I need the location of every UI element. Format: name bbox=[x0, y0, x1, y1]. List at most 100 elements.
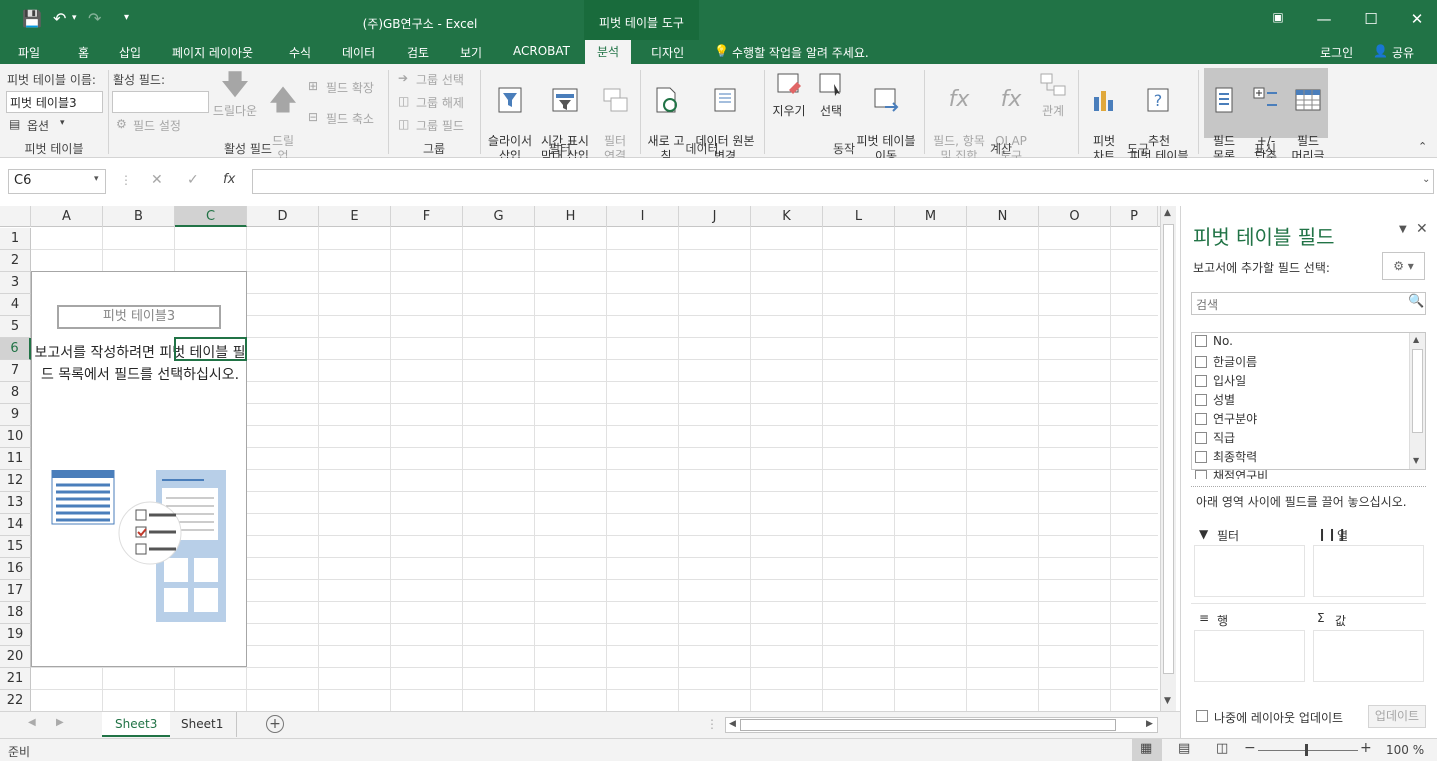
insert-function-icon[interactable]: fx bbox=[223, 172, 235, 187]
login-link[interactable]: 로그인 bbox=[1320, 44, 1353, 61]
normal-view-icon[interactable]: ▦ bbox=[1140, 741, 1152, 756]
relationships-button[interactable]: 관계 bbox=[1034, 70, 1072, 119]
expand-field-button[interactable]: 필드 확장 bbox=[326, 79, 374, 96]
update-button[interactable]: 업데이트 bbox=[1368, 705, 1426, 728]
column-header-p[interactable]: P bbox=[1111, 206, 1158, 227]
field-item[interactable]: 채점연구비 bbox=[1195, 467, 1268, 479]
row-header-19[interactable]: 19 bbox=[0, 624, 31, 646]
pane-close-icon[interactable]: ✕ bbox=[1416, 221, 1428, 237]
row-header-7[interactable]: 7 bbox=[0, 360, 31, 382]
column-header-i[interactable]: I bbox=[607, 206, 679, 227]
ungroup-button[interactable]: 그룹 해제 bbox=[416, 94, 464, 111]
tab-insert[interactable]: 삽입 bbox=[119, 44, 141, 61]
column-header-j[interactable]: J bbox=[679, 206, 751, 227]
formula-input[interactable] bbox=[252, 169, 1434, 194]
field-checkbox[interactable] bbox=[1195, 356, 1207, 368]
row-header-8[interactable]: 8 bbox=[0, 382, 31, 404]
row-header-11[interactable]: 11 bbox=[0, 448, 31, 470]
sheet-next-icon[interactable]: ▶ bbox=[56, 717, 64, 728]
field-checkbox[interactable] bbox=[1195, 413, 1207, 425]
minimize-icon[interactable]: — bbox=[1309, 10, 1339, 28]
group-select-button[interactable]: 그룹 선택 bbox=[416, 71, 464, 88]
field-item[interactable]: 성별 bbox=[1195, 391, 1235, 408]
column-header-a[interactable]: A bbox=[31, 206, 103, 227]
row-header-16[interactable]: 16 bbox=[0, 558, 31, 580]
column-header-k[interactable]: K bbox=[751, 206, 823, 227]
scroll-right-icon[interactable]: ▶ bbox=[1146, 719, 1153, 729]
horizontal-scroll-thumb[interactable] bbox=[740, 719, 1116, 731]
field-checkbox[interactable] bbox=[1195, 394, 1207, 406]
defer-update-checkbox[interactable] bbox=[1196, 710, 1208, 722]
row-header-22[interactable]: 22 bbox=[0, 690, 31, 712]
ribbon-display-icon[interactable]: ▣ bbox=[1263, 10, 1293, 24]
field-settings-button[interactable]: 필드 설정 bbox=[133, 117, 181, 134]
zoom-slider-thumb[interactable] bbox=[1305, 744, 1308, 756]
close-icon[interactable]: ✕ bbox=[1402, 10, 1432, 28]
columns-drop-area[interactable] bbox=[1313, 545, 1424, 597]
field-checkbox[interactable] bbox=[1195, 451, 1207, 463]
options-dropdown-icon[interactable]: ▾ bbox=[60, 118, 65, 128]
field-checkbox[interactable] bbox=[1195, 432, 1207, 444]
tab-page-layout[interactable]: 페이지 레이아웃 bbox=[172, 44, 253, 61]
maximize-icon[interactable]: ☐ bbox=[1356, 10, 1386, 28]
field-list-scrollbar[interactable]: ▲ ▼ bbox=[1409, 333, 1425, 469]
page-break-view-icon[interactable]: ◫ bbox=[1216, 741, 1228, 756]
options-button[interactable]: 옵션 bbox=[27, 117, 49, 134]
row-header-14[interactable]: 14 bbox=[0, 514, 31, 536]
active-field-input[interactable] bbox=[112, 91, 209, 113]
tab-design[interactable]: 디자인 bbox=[651, 44, 684, 61]
column-header-e[interactable]: E bbox=[319, 206, 391, 227]
scroll-down-icon[interactable]: ▼ bbox=[1164, 696, 1171, 706]
add-sheet-icon[interactable]: + bbox=[266, 715, 284, 733]
column-header-m[interactable]: M bbox=[895, 206, 967, 227]
column-header-c[interactable]: C bbox=[175, 206, 247, 227]
sheet-tab-sheet1[interactable]: Sheet1 bbox=[168, 712, 238, 737]
group-field-button[interactable]: 그룹 필드 bbox=[416, 117, 464, 134]
field-item[interactable]: 입사일 bbox=[1195, 372, 1246, 389]
zoom-level[interactable]: 100 % bbox=[1386, 743, 1424, 757]
select-all-corner[interactable] bbox=[0, 206, 31, 227]
select-button[interactable]: 선택 bbox=[812, 70, 850, 119]
tab-split-grip-icon[interactable]: ⋮ bbox=[706, 717, 718, 731]
field-scroll-down-icon[interactable]: ▼ bbox=[1413, 456, 1419, 465]
row-header-21[interactable]: 21 bbox=[0, 668, 31, 690]
row-header-13[interactable]: 13 bbox=[0, 492, 31, 514]
zoom-in-icon[interactable]: + bbox=[1360, 740, 1372, 756]
column-header-o[interactable]: O bbox=[1039, 206, 1111, 227]
clear-button[interactable]: 지우기 bbox=[768, 70, 810, 119]
column-header-l[interactable]: L bbox=[823, 206, 895, 227]
scroll-left-icon[interactable]: ◀ bbox=[729, 719, 736, 729]
zoom-slider[interactable] bbox=[1258, 750, 1358, 751]
name-box-dropdown-icon[interactable]: ▾ bbox=[94, 174, 99, 184]
field-search-input[interactable]: 검색 bbox=[1191, 292, 1426, 315]
column-header-h[interactable]: H bbox=[535, 206, 607, 227]
row-header-5[interactable]: 5 bbox=[0, 316, 31, 338]
page-layout-view-icon[interactable]: ▤ bbox=[1178, 741, 1190, 756]
sheet-prev-icon[interactable]: ◀ bbox=[28, 717, 36, 728]
search-icon[interactable]: 🔍 bbox=[1408, 294, 1424, 309]
row-header-18[interactable]: 18 bbox=[0, 602, 31, 624]
gear-icon[interactable]: ⚙ ▾ bbox=[1382, 252, 1425, 280]
row-header-10[interactable]: 10 bbox=[0, 426, 31, 448]
field-item[interactable]: 한글이름 bbox=[1195, 353, 1257, 370]
field-item[interactable]: 직급 bbox=[1195, 429, 1235, 446]
drilldown-button[interactable]: 🡇 드릴다운 bbox=[210, 70, 260, 119]
horizontal-scrollbar[interactable]: ◀ ▶ bbox=[725, 717, 1158, 733]
zoom-out-icon[interactable]: − bbox=[1244, 740, 1256, 756]
column-header-b[interactable]: B bbox=[103, 206, 175, 227]
row-header-3[interactable]: 3 bbox=[0, 272, 31, 294]
collapse-ribbon-icon[interactable]: ⌃ bbox=[1418, 140, 1427, 153]
column-header-f[interactable]: F bbox=[391, 206, 463, 227]
sheet-tab-sheet3[interactable]: Sheet3 bbox=[102, 712, 171, 737]
filter-drop-area[interactable] bbox=[1194, 545, 1305, 597]
rows-drop-area[interactable] bbox=[1194, 630, 1305, 682]
name-box[interactable]: C6 bbox=[8, 169, 106, 194]
column-header-n[interactable]: N bbox=[967, 206, 1039, 227]
row-header-9[interactable]: 9 bbox=[0, 404, 31, 426]
column-header-d[interactable]: D bbox=[247, 206, 319, 227]
field-scroll-up-icon[interactable]: ▲ bbox=[1413, 335, 1419, 344]
field-item[interactable]: 연구분야 bbox=[1195, 410, 1257, 427]
scroll-up-icon[interactable]: ▲ bbox=[1164, 208, 1171, 218]
values-drop-area[interactable] bbox=[1313, 630, 1424, 682]
row-header-12[interactable]: 12 bbox=[0, 470, 31, 492]
